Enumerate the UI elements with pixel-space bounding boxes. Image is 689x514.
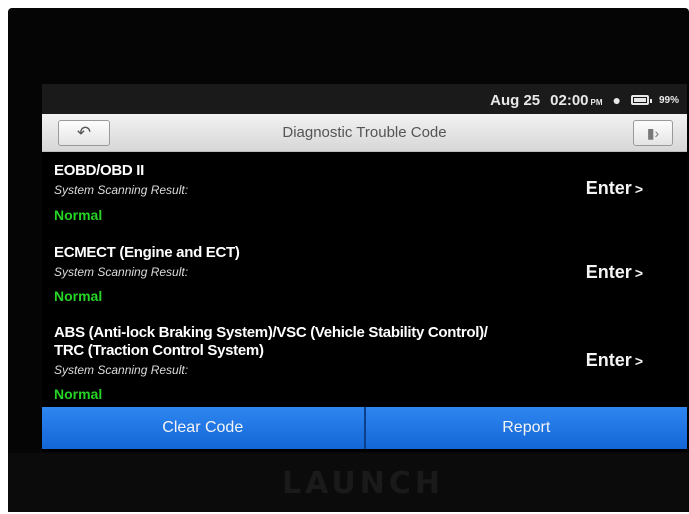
enter-button[interactable]: Enter > [586, 178, 643, 199]
exit-icon: ▮› [646, 124, 660, 141]
report-button[interactable]: Report [363, 407, 687, 449]
system-name: EOBD/OBD II [54, 162, 145, 179]
scan-result-label: System Scanning Result: [54, 363, 189, 377]
system-name: ECMECT (Engine and ECT) [54, 244, 240, 261]
page-title: Diagnostic Trouble Code [282, 124, 447, 141]
battery-percent: 99% [658, 94, 679, 106]
title-bar: ↶ Diagnostic Trouble Code ▮› [42, 114, 687, 152]
status-bar: Aug 25 02:00 PM ● 99% [42, 84, 687, 114]
status-date: Aug 25 [490, 91, 541, 109]
system-item-abs[interactable]: ABS (Anti-lock Braking System)/VSC (Vehi… [42, 324, 687, 406]
system-list[interactable]: EOBD/OBD II System Scanning Result: Norm… [42, 152, 687, 407]
status-time-suffix: PM [590, 97, 603, 107]
back-button[interactable]: ↶ [58, 120, 110, 146]
system-name: ABS (Anti-lock Braking System)/VSC (Vehi… [54, 324, 488, 359]
scan-result-label: System Scanning Result: [54, 183, 189, 197]
system-item-ecmect[interactable]: ECMECT (Engine and ECT) System Scanning … [42, 244, 687, 314]
status-normal: Normal [54, 207, 103, 223]
battery-icon [630, 95, 652, 105]
status-normal: Normal [54, 386, 103, 402]
status-time-value: 02:00 [550, 91, 589, 109]
screen: Aug 25 02:00 PM ● 99% ↶ Diagnostic Troubl… [42, 84, 687, 452]
status-time: 02:00 PM [550, 92, 602, 109]
enter-button[interactable]: Enter > [586, 350, 643, 371]
status-indicators: Aug 25 02:00 PM ● 99% [490, 90, 679, 110]
wifi-icon: ● [612, 92, 621, 108]
exit-button[interactable]: ▮› [633, 120, 673, 146]
enter-button[interactable]: Enter > [586, 262, 643, 283]
back-arrow-icon: ↶ [76, 123, 92, 142]
scan-result-label: System Scanning Result: [54, 265, 189, 279]
system-item-eobd[interactable]: EOBD/OBD II System Scanning Result: Norm… [42, 162, 687, 232]
bottom-action-bar: Clear Code Report [42, 407, 687, 449]
brand-logo: LAUNCH [281, 466, 444, 501]
clear-code-button[interactable]: Clear Code [42, 407, 364, 449]
status-normal: Normal [54, 288, 103, 304]
device-frame: Aug 25 02:00 PM ● 99% ↶ Diagnostic Troubl… [8, 8, 689, 512]
